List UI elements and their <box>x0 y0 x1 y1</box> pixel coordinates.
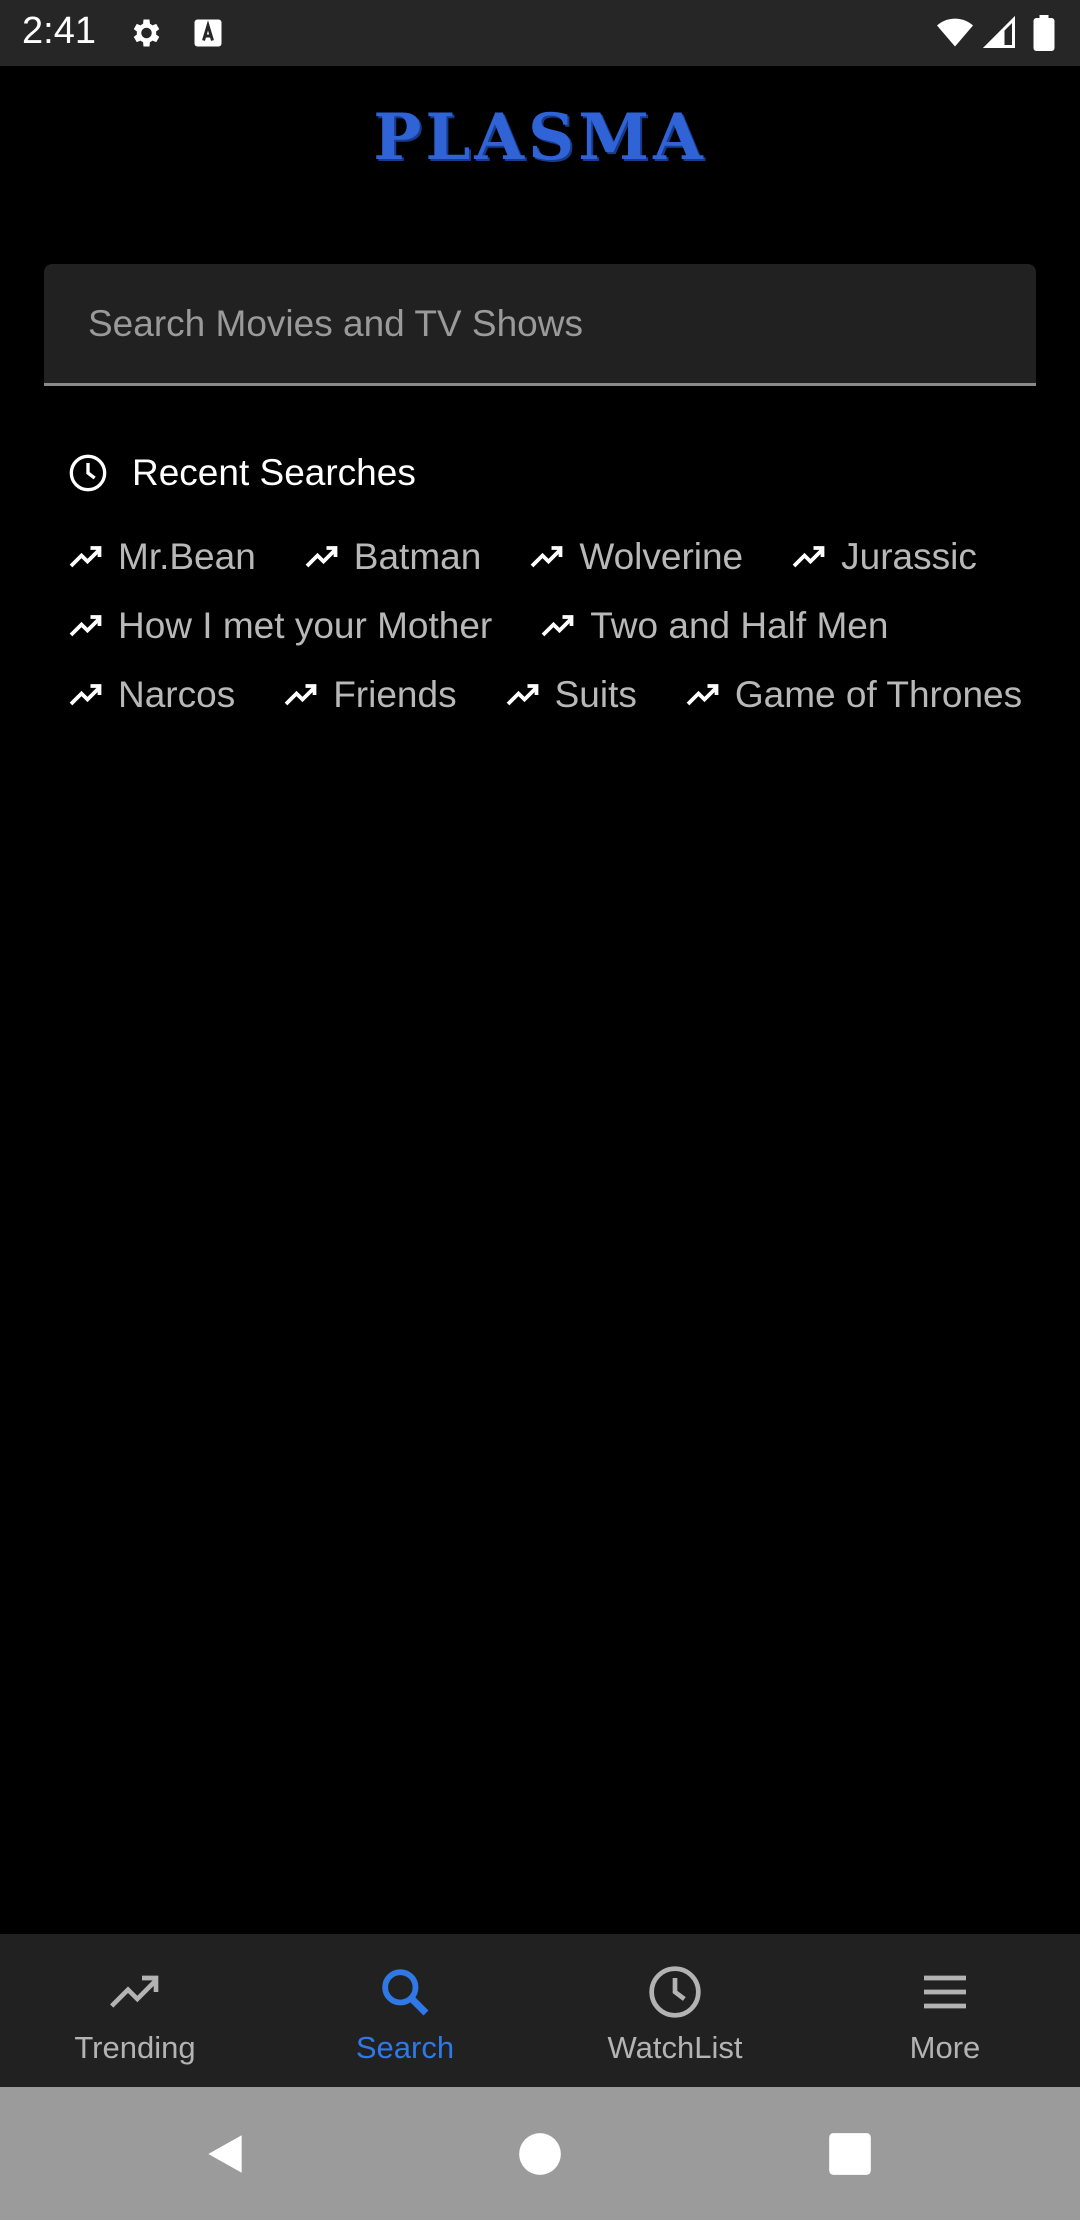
a-keyboard-icon <box>194 19 222 47</box>
recent-chip[interactable]: Narcos <box>68 674 235 716</box>
status-time: 2:41 <box>22 10 96 52</box>
trending-up-icon <box>530 546 563 568</box>
recent-chip-label: Mr.Bean <box>118 536 256 577</box>
recent-chip[interactable]: Suits <box>505 674 637 716</box>
recent-chip[interactable]: Game of Thrones <box>685 674 1022 716</box>
menu-icon <box>924 1975 966 2009</box>
clock-icon <box>649 1966 701 2018</box>
recent-chip-label: Jurassic <box>841 536 977 577</box>
signal-icon <box>982 15 1015 48</box>
nav-more[interactable]: More <box>810 1934 1080 2087</box>
back-icon[interactable] <box>200 2129 250 2179</box>
wifi-icon <box>937 18 973 47</box>
recent-chip-label: Suits <box>554 674 637 715</box>
recent-row-2: How I met your Mother Two and Half Men <box>68 605 936 647</box>
recent-chip-label: Narcos <box>118 674 236 715</box>
recent-chip[interactable]: Wolverine <box>529 536 743 578</box>
trending-icon <box>110 1975 159 2008</box>
trending-up-icon <box>541 615 574 637</box>
recent-chip-label: Two and Half Men <box>590 605 889 646</box>
recent-chip[interactable]: Two and Half Men <box>540 605 888 647</box>
trending-up-icon <box>69 615 102 637</box>
trending-up-icon <box>69 684 102 706</box>
history-clock-icon <box>69 454 107 492</box>
recent-chip-label: How I met your Mother <box>118 605 493 646</box>
search-field[interactable] <box>44 264 1036 386</box>
nav-search[interactable]: Search <box>270 1934 540 2087</box>
bottom-navigation: Trending Search WatchList More <box>0 1934 1080 2087</box>
trending-up-icon <box>792 546 825 568</box>
recent-chip[interactable]: How I met your Mother <box>68 605 492 647</box>
nav-trending-label: Trending <box>74 2030 196 2065</box>
recent-searches-header: Recent Searches <box>68 446 416 500</box>
nav-watchlist[interactable]: WatchList <box>540 1934 810 2087</box>
recent-chip[interactable]: Friends <box>283 674 457 716</box>
recents-icon[interactable] <box>825 2129 875 2179</box>
trending-up-icon <box>284 684 317 706</box>
nav-search-label: Search <box>355 2030 455 2065</box>
recent-row-3: Narcos Friends Suits Game of Thrones <box>68 674 1070 716</box>
status-bar: 2:41 <box>0 0 1080 66</box>
app-logo-title: PLASMA <box>373 100 707 175</box>
recent-chip-label: Batman <box>353 536 482 577</box>
recent-chip-label: Friends <box>333 674 457 715</box>
search-input[interactable] <box>88 264 988 383</box>
recent-row-1: Mr.Bean Batman Wolverine Jurassic <box>68 536 1025 578</box>
recent-chip[interactable]: Jurassic <box>791 536 977 578</box>
search-icon <box>382 1969 429 2016</box>
recent-chip[interactable]: Mr.Bean <box>68 536 256 578</box>
recent-chip[interactable]: Batman <box>304 536 482 578</box>
screen: 2:41 PLASMA Recent Searches <box>0 0 1080 2220</box>
recent-chip-label: Wolverine <box>579 536 744 577</box>
system-navigation-bar <box>0 2087 1080 2220</box>
home-icon[interactable] <box>515 2129 565 2179</box>
recent-searches-title: Recent Searches <box>132 452 416 493</box>
nav-watchlist-label: WatchList <box>607 2030 743 2065</box>
trending-up-icon <box>305 546 338 568</box>
battery-icon <box>1033 15 1055 51</box>
trending-up-icon <box>686 684 719 706</box>
recent-chip-label: Game of Thrones <box>734 674 1023 715</box>
nav-more-label: More <box>909 2030 981 2065</box>
trending-up-icon <box>69 546 102 568</box>
nav-trending[interactable]: Trending <box>0 1934 270 2087</box>
gear-icon <box>133 19 160 47</box>
trending-up-icon <box>506 684 538 706</box>
